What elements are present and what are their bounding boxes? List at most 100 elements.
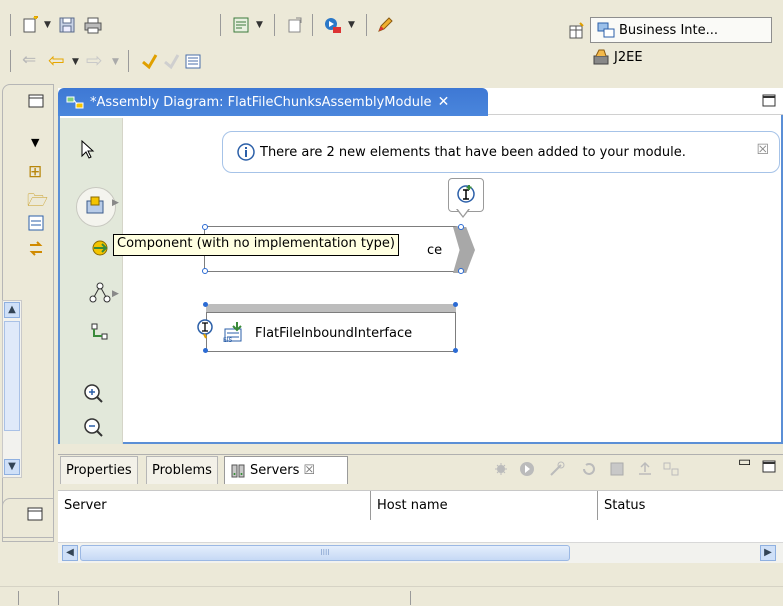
column-header-server[interactable]: Server xyxy=(58,491,370,521)
hierarchy-icon[interactable] xyxy=(28,241,44,257)
wiring-tool-icon[interactable] xyxy=(88,281,112,305)
business-integration-icon xyxy=(597,22,615,38)
flat-file-inbound-interface-component[interactable]: EIS FlatFileInboundInterface xyxy=(206,312,456,352)
toolbar-separator xyxy=(220,14,221,36)
last-edit-icon[interactable] xyxy=(140,52,158,70)
toolbar-separator xyxy=(10,14,11,36)
disconnect-icon[interactable] xyxy=(662,460,680,478)
chevron-down-icon[interactable]: ▼ xyxy=(256,20,263,30)
forward-arrow-icon[interactable]: ⇨ xyxy=(86,48,103,72)
publish-icon[interactable] xyxy=(636,460,654,478)
debug-icon[interactable] xyxy=(492,460,510,478)
zoom-out-icon[interactable] xyxy=(82,416,106,440)
tab-servers[interactable]: Servers ☒ xyxy=(224,456,348,484)
column-header-host-name[interactable]: Host name xyxy=(371,491,597,521)
outline-icon[interactable] xyxy=(184,52,202,70)
perspective-label: J2EE xyxy=(614,49,643,65)
servers-icon xyxy=(231,464,245,477)
connection-tool-icon[interactable] xyxy=(88,320,112,344)
column-header-status[interactable]: Status xyxy=(598,491,783,521)
import-export-tool-icon[interactable] xyxy=(88,236,112,260)
start-server-icon[interactable] xyxy=(518,460,536,478)
maximize-icon[interactable] xyxy=(762,460,776,473)
new-elements-notification: There are 2 new elements that have been … xyxy=(222,131,780,173)
profile-icon[interactable] xyxy=(548,460,566,478)
chevron-right-icon[interactable]: ▶ xyxy=(112,289,119,299)
scroll-thumb[interactable] xyxy=(4,321,20,431)
export-icon[interactable] xyxy=(286,16,304,34)
horizontal-scrollbar[interactable]: ◀ IIII ▶ xyxy=(58,542,783,563)
maximize-icon[interactable] xyxy=(762,94,776,107)
palette-item-components[interactable] xyxy=(76,187,116,227)
editor-tab-label: *Assembly Diagram: FlatFileChunksAssembl… xyxy=(90,94,432,110)
tab-properties[interactable]: Properties xyxy=(60,456,138,484)
close-tab-icon[interactable]: ☒ xyxy=(303,463,315,478)
back-arrow-icon[interactable]: ⇦ xyxy=(48,48,65,72)
selection-handle[interactable] xyxy=(453,348,458,353)
close-icon[interactable]: ✕ xyxy=(438,94,450,110)
trim-frame-lower xyxy=(2,498,54,538)
tab-problems[interactable]: Problems xyxy=(146,456,218,484)
outline-view-icon[interactable] xyxy=(28,215,44,231)
chevron-down-icon[interactable]: ▼ xyxy=(72,57,79,67)
chevron-down-icon[interactable]: ▼ xyxy=(348,20,355,30)
toolbar-separator xyxy=(10,50,11,72)
chevron-down-icon[interactable]: ▼ xyxy=(44,20,51,30)
add-interface-callout[interactable] xyxy=(448,178,484,212)
selection-handle[interactable] xyxy=(202,224,208,230)
interface-icon[interactable] xyxy=(196,318,216,340)
component-tool-icon xyxy=(86,196,104,214)
open-type-icon[interactable] xyxy=(232,16,250,34)
palette: ▶ ▶ xyxy=(60,118,123,444)
perspective-j2ee[interactable]: J2EE xyxy=(592,48,643,66)
restore-icon[interactable] xyxy=(27,507,43,521)
perspective-business-integration[interactable]: Business Inte... xyxy=(590,17,772,43)
selection-handle[interactable] xyxy=(458,268,464,274)
toolbar-separator xyxy=(128,50,129,72)
vertical-scrollbar[interactable]: ▲ ▼ xyxy=(2,300,22,478)
selection-tool-icon[interactable] xyxy=(76,138,100,162)
tab-label: Properties xyxy=(66,463,132,478)
component-tooltip: Component (with no implementation type) xyxy=(113,234,399,256)
restart-icon[interactable] xyxy=(580,460,598,478)
chevron-right-icon[interactable]: ▶ xyxy=(112,198,119,208)
stop-server-icon[interactable] xyxy=(608,460,626,478)
assembly-diagram-icon xyxy=(66,96,84,109)
scroll-grip: IIII xyxy=(320,548,330,557)
new-wizard-icon[interactable] xyxy=(22,16,40,34)
selection-handle[interactable] xyxy=(203,348,208,353)
perspective-label: Business Inte... xyxy=(619,22,719,38)
print-icon[interactable] xyxy=(84,16,102,34)
status-separator xyxy=(410,591,411,605)
package-explorer-icon[interactable]: ⊞ xyxy=(28,162,42,182)
scroll-left-icon[interactable]: ◀ xyxy=(62,545,78,561)
edit-pencil-icon[interactable] xyxy=(376,16,394,34)
view-menu-icon[interactable]: ▼ xyxy=(31,136,39,149)
tab-label: Servers xyxy=(250,463,300,478)
zoom-in-icon[interactable] xyxy=(82,382,106,406)
run-server-icon[interactable] xyxy=(324,16,342,34)
toolbar-separator xyxy=(312,14,313,36)
chevron-down-icon[interactable]: ▼ xyxy=(112,57,119,67)
component-label: FlatFileInboundInterface xyxy=(255,326,413,341)
folder-icon[interactable]: 🗁 xyxy=(27,188,48,217)
scroll-up-icon[interactable]: ▲ xyxy=(4,302,20,318)
minimize-icon[interactable]: ▭ xyxy=(738,454,751,470)
scroll-down-icon[interactable]: ▼ xyxy=(4,459,20,475)
scroll-right-icon[interactable]: ▶ xyxy=(760,545,776,561)
back-history-icon[interactable]: ⇐ xyxy=(22,50,36,70)
selection-handle[interactable] xyxy=(202,268,208,274)
editor-tab-assembly-diagram[interactable]: *Assembly Diagram: FlatFileChunksAssembl… xyxy=(58,88,488,116)
selection-handle[interactable] xyxy=(203,302,208,307)
selection-handle[interactable] xyxy=(458,224,464,230)
open-perspective-icon[interactable] xyxy=(568,22,586,40)
save-icon[interactable] xyxy=(58,16,76,34)
scroll-thumb[interactable]: IIII xyxy=(80,545,570,561)
restore-icon[interactable] xyxy=(28,94,44,108)
close-notification-icon[interactable]: ☒ xyxy=(756,142,769,158)
toolbar-separator xyxy=(366,14,367,36)
selection-handle[interactable] xyxy=(453,302,458,307)
component-label-tail: ce xyxy=(427,243,443,258)
next-annotation-icon[interactable] xyxy=(162,52,180,70)
add-interface-icon xyxy=(457,185,475,203)
